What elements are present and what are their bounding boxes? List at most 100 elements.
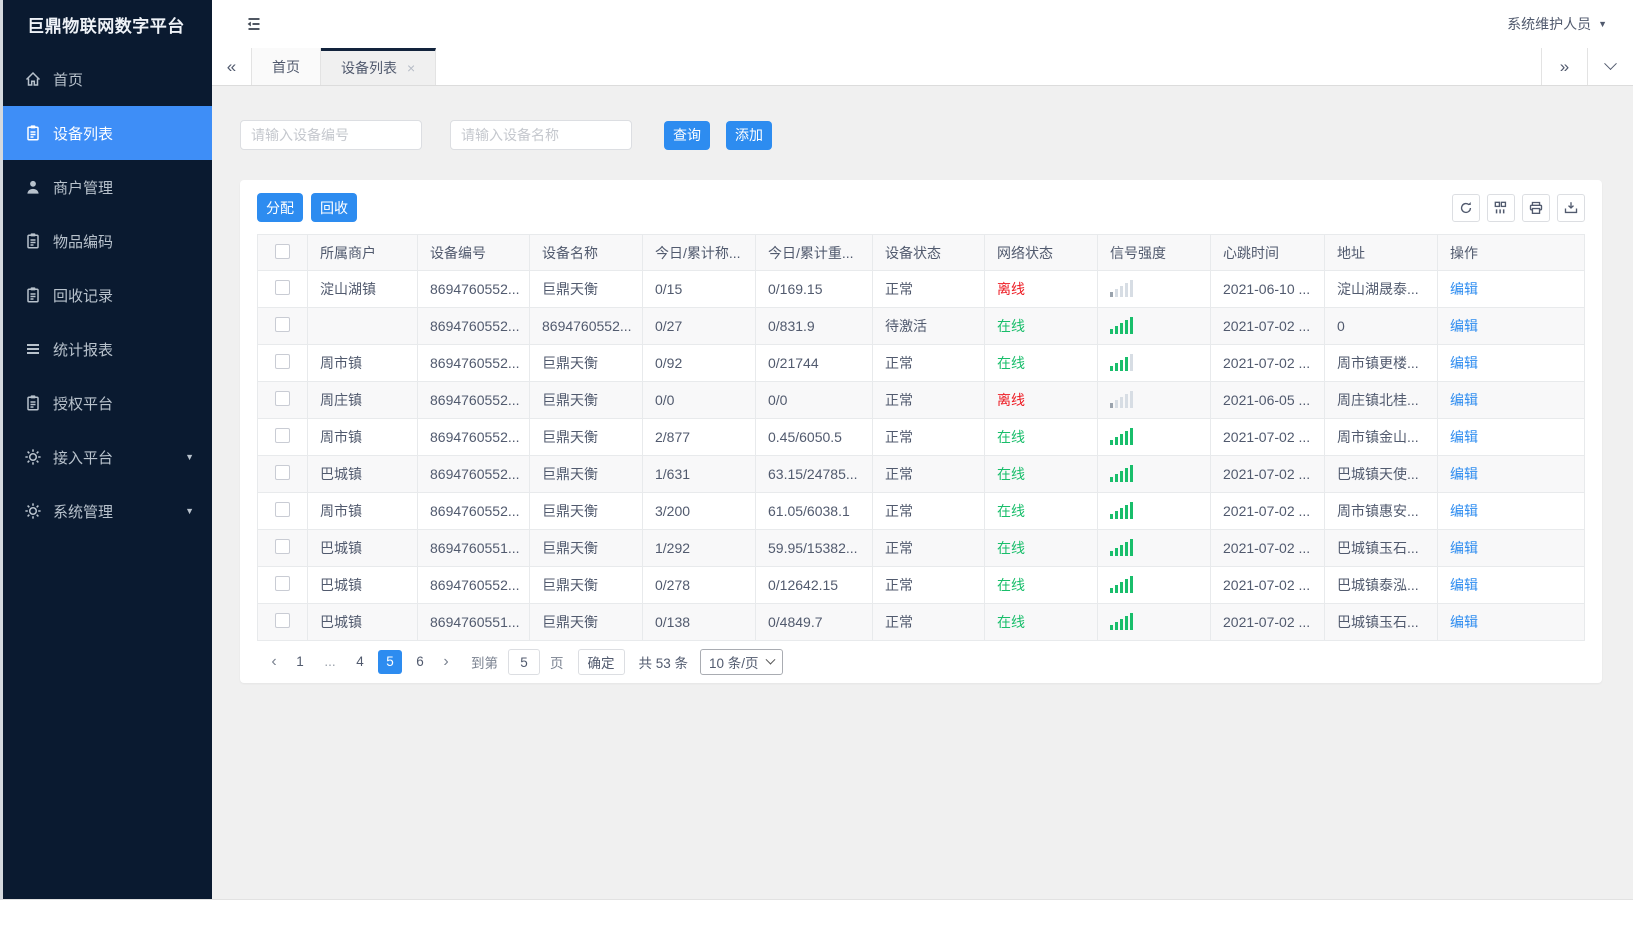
sidebar: 巨鼎物联网数字平台 首页 设备列表 商户管理 物品编码 回收记录 统计报表 授权… [0, 0, 212, 899]
cell-address: 巴城镇玉石... [1324, 529, 1438, 567]
row-checkbox[interactable] [275, 280, 290, 295]
edit-link[interactable]: 编辑 [1450, 540, 1478, 556]
cell-address: 周市镇更楼... [1324, 344, 1438, 382]
device-no-input[interactable] [240, 120, 422, 150]
signal-strength-icon [1110, 316, 1133, 334]
columns-button[interactable] [1487, 193, 1515, 222]
signal-strength-icon [1110, 538, 1133, 556]
cell-network-status: 离线 [984, 270, 1098, 308]
sidebar-item-authorize[interactable]: 授权平台 [0, 376, 212, 430]
prev-page-button[interactable]: ‹ [263, 653, 285, 671]
cell-network-status: 在线 [984, 492, 1098, 530]
page-number-5[interactable]: 5 [378, 650, 402, 674]
close-tab-icon[interactable]: × [407, 60, 415, 76]
sidebar-item-device-list[interactable]: 设备列表 [0, 106, 212, 160]
column-header: 心跳时间 [1210, 234, 1325, 271]
cell-device-no: 8694760551... [417, 603, 530, 641]
page-unit-label: 页 [550, 656, 564, 671]
cell-device-status: 正常 [872, 455, 985, 493]
cell-device-name: 8694760552... [529, 307, 643, 345]
add-button[interactable]: 添加 [726, 120, 772, 150]
row-checkbox[interactable] [275, 428, 290, 443]
recycle-button[interactable]: 回收 [311, 193, 357, 222]
page-size-select[interactable]: 10 条/页 [700, 649, 783, 675]
sidebar-item-system-manage[interactable]: 系统管理 ▼ [0, 484, 212, 538]
page-content: 查询 添加 分配 回收 [212, 86, 1633, 899]
menu-fold-icon[interactable] [244, 14, 264, 34]
cell-device-no: 8694760552... [417, 492, 530, 530]
table-header-row: 所属商户 设备编号 设备名称 今日/累计称... 今日/累计重... 设备状态 网络状态 信号… [257, 234, 1585, 271]
cell-heartbeat: 2021-06-05 ... [1210, 381, 1325, 419]
tab-0[interactable]: 首页 [252, 48, 321, 85]
edit-link[interactable]: 编辑 [1450, 614, 1478, 630]
device-name-input[interactable] [450, 120, 632, 150]
cell-device-name: 巨鼎天衡 [529, 418, 643, 456]
cell-today-count: 0/0 [642, 381, 756, 419]
edit-link[interactable]: 编辑 [1450, 318, 1478, 334]
print-button[interactable] [1522, 193, 1550, 222]
edit-link[interactable]: 编辑 [1450, 466, 1478, 482]
query-button[interactable]: 查询 [664, 120, 710, 150]
cell-heartbeat: 2021-07-02 ... [1210, 529, 1325, 567]
row-checkbox[interactable] [275, 391, 290, 406]
collapse-tabs-left-button[interactable]: « [212, 48, 252, 85]
page-number-6[interactable]: 6 [408, 650, 432, 674]
caret-down-icon: ▼ [1598, 19, 1607, 29]
user-menu[interactable]: 系统维护人员 ▼ [1507, 14, 1607, 34]
assign-button[interactable]: 分配 [257, 193, 303, 222]
cell-today-weight: 0/0 [755, 381, 873, 419]
edit-link[interactable]: 编辑 [1450, 392, 1478, 408]
export-button[interactable] [1557, 193, 1585, 222]
scroll-tabs-right-button[interactable]: » [1541, 48, 1587, 85]
row-checkbox[interactable] [275, 576, 290, 591]
sidebar-item-home[interactable]: 首页 [0, 52, 212, 106]
select-all-checkbox[interactable] [275, 243, 290, 259]
cell-address: 巴城镇天使... [1324, 455, 1438, 493]
cell-address: 巴城镇玉石... [1324, 603, 1438, 641]
edit-link[interactable]: 编辑 [1450, 577, 1478, 593]
refresh-button[interactable] [1452, 193, 1480, 222]
sidebar-item-report[interactable]: 统计报表 [0, 322, 212, 376]
signal-strength-icon [1110, 427, 1133, 445]
page-number-1[interactable]: 1 [288, 650, 312, 674]
cell-network-status: 在线 [984, 529, 1098, 567]
row-checkbox[interactable] [275, 613, 290, 628]
cell-today-count: 1/292 [642, 529, 756, 567]
sidebar-item-recycle-record[interactable]: 回收记录 [0, 268, 212, 322]
row-checkbox[interactable] [275, 539, 290, 554]
tab-actions-dropdown[interactable] [1587, 48, 1633, 85]
row-checkbox[interactable] [275, 502, 290, 517]
edit-link[interactable]: 编辑 [1450, 429, 1478, 445]
confirm-page-button[interactable]: 确定 [577, 649, 625, 675]
cell-today-weight: 0/169.15 [755, 270, 873, 308]
row-checkbox[interactable] [275, 465, 290, 480]
export-icon [1563, 200, 1579, 216]
goto-page-input[interactable] [508, 649, 540, 675]
edit-link[interactable]: 编辑 [1450, 355, 1478, 371]
edit-link[interactable]: 编辑 [1450, 281, 1478, 297]
cell-heartbeat: 2021-07-02 ... [1210, 307, 1325, 345]
sidebar-item-item-code[interactable]: 物品编码 [0, 214, 212, 268]
cell-device-no: 8694760552... [417, 307, 530, 345]
row-checkbox[interactable] [275, 317, 290, 332]
cell-today-weight: 0/4849.7 [755, 603, 873, 641]
app-window: 巨鼎物联网数字平台 首页 设备列表 商户管理 物品编码 回收记录 统计报表 授权… [0, 0, 1633, 900]
cell-address: 周庄镇北桂... [1324, 381, 1438, 419]
cell-device-name: 巨鼎天衡 [529, 566, 643, 604]
column-header: 今日/累计重... [755, 234, 873, 271]
cell-merchant: 巴城镇 [307, 455, 418, 493]
page-number-4[interactable]: 4 [348, 650, 372, 674]
row-checkbox[interactable] [275, 354, 290, 369]
sidebar-item-access-platform[interactable]: 接入平台 ▼ [0, 430, 212, 484]
sidebar-item-merchant[interactable]: 商户管理 [0, 160, 212, 214]
cell-device-no: 8694760552... [417, 344, 530, 382]
window-edge [0, 0, 3, 900]
edit-link[interactable]: 编辑 [1450, 503, 1478, 519]
signal-strength-icon [1110, 612, 1133, 630]
cell-address: 周市镇金山... [1324, 418, 1438, 456]
column-header: 信号强度 [1097, 234, 1211, 271]
filter-bar: 查询 添加 [240, 120, 1602, 150]
tab-active[interactable]: 设备列表 × [321, 48, 437, 85]
next-page-button[interactable]: › [435, 653, 457, 671]
column-header: 设备编号 [417, 234, 530, 271]
